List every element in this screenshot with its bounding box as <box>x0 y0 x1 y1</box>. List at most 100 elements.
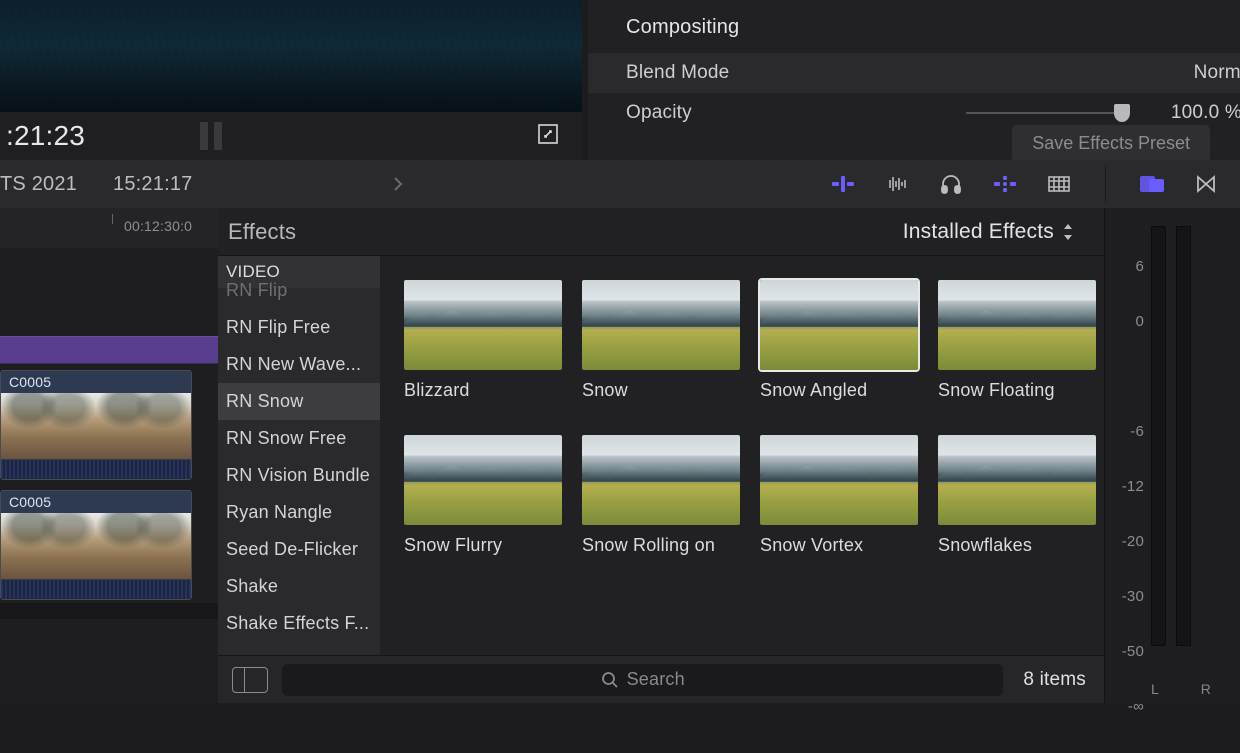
inspector-section-title: Compositing <box>588 0 1240 53</box>
category-item[interactable]: Seed De-Flicker <box>218 531 380 568</box>
effect-thumbnail <box>760 280 918 370</box>
effect-name: Snow Flurry <box>404 535 562 556</box>
effect-thumbnail <box>582 280 740 370</box>
effects-header: Effects Installed Effects <box>218 208 1104 256</box>
audio-meters: 60-6-12-20-30-50-∞ L R <box>1104 208 1240 703</box>
effect-name: Snow Rolling on <box>582 535 740 556</box>
snapping-icon[interactable] <box>991 170 1019 198</box>
effects-browser: Effects Installed Effects VIDEORN FlipRN… <box>218 208 1104 703</box>
meter-tick: -50 <box>1122 643 1144 698</box>
clip-audio-waveform <box>1 579 191 599</box>
effects-categories[interactable]: VIDEORN FlipRN Flip FreeRN New Wave...RN… <box>218 256 380 656</box>
project-name[interactable]: TS 2021 <box>0 173 77 196</box>
category-item[interactable]: RN New Wave... <box>218 346 380 383</box>
effect-thumbnail <box>404 435 562 525</box>
effects-title: Effects <box>218 219 380 245</box>
blend-mode-row[interactable]: Blend Mode Normal <box>588 53 1240 93</box>
sidebar-toggle-icon[interactable] <box>232 667 268 693</box>
timeline-clip[interactable]: C0005 <box>0 370 192 480</box>
viewer-preview <box>0 0 582 112</box>
blend-mode-value: Normal <box>1126 62 1240 84</box>
search-placeholder: Search <box>627 669 685 690</box>
effect-thumbnail <box>582 435 740 525</box>
timecode-marks <box>200 122 222 150</box>
title-track[interactable] <box>0 336 218 364</box>
browser-toggle-icon[interactable] <box>1138 170 1166 198</box>
effects-grid: Blizzard Snow Snow Angled Snow Floating Snow… <box>380 256 1104 656</box>
ruler-timecode: 00:12:30:0 <box>124 218 192 234</box>
effect-name: Snow Angled <box>760 380 918 401</box>
meter-channel-labels: L R <box>1151 681 1211 697</box>
effect-item[interactable]: Snow Floating <box>938 280 1096 401</box>
effect-name: Snow Vortex <box>760 535 918 556</box>
effect-item[interactable]: Snow Rolling on <box>582 435 740 556</box>
clip-name: C0005 <box>1 491 191 513</box>
effect-thumbnail <box>938 435 1096 525</box>
category-item[interactable]: RN Flip Free <box>218 309 380 346</box>
expand-icon[interactable] <box>536 122 560 146</box>
meter-left-label: L <box>1151 681 1159 697</box>
stepper-icon <box>1062 224 1074 240</box>
save-effects-preset-button[interactable]: Save Effects Preset <box>1012 125 1210 162</box>
project-timestamp: 15:21:17 <box>113 173 192 196</box>
effect-item[interactable]: Snowflakes <box>938 435 1096 556</box>
effect-name: Blizzard <box>404 380 562 401</box>
meter-tick: -20 <box>1122 533 1144 588</box>
effect-thumbnail <box>760 435 918 525</box>
effects-count: 8 items <box>1023 669 1086 691</box>
meter-scale: 60 -6-12-20-30-50-∞ <box>1122 258 1144 753</box>
category-item[interactable]: RN Vision Bundle <box>218 457 380 494</box>
skimming-icon[interactable] <box>829 170 857 198</box>
effects-scope-label: Installed Effects <box>903 220 1054 244</box>
audio-waveform-icon[interactable] <box>883 170 911 198</box>
timeline-clip[interactable]: C0005 <box>0 490 192 600</box>
meter-tick: 0 <box>1122 313 1144 368</box>
opacity-slider[interactable] <box>966 112 1126 114</box>
effect-name: Snowflakes <box>938 535 1096 556</box>
timeline-toggle-icon[interactable] <box>1192 170 1220 198</box>
category-item[interactable]: Shake Effects F... <box>218 605 380 642</box>
effects-scope-dropdown[interactable]: Installed Effects <box>903 220 1104 244</box>
search-icon <box>601 671 619 689</box>
meter-right-label: R <box>1201 681 1211 697</box>
opacity-label: Opacity <box>626 102 966 124</box>
effect-name: Snow <box>582 380 740 401</box>
meter-tick: -6 <box>1122 423 1144 478</box>
effect-item[interactable]: Snow Vortex <box>760 435 918 556</box>
meter-right <box>1176 226 1191 646</box>
timeline-panel: 00:12:30:0 C0005 C0005 <box>0 208 218 703</box>
timecode-bar: :21:23 <box>0 112 582 160</box>
opacity-value: 100.0 % <box>1142 102 1240 124</box>
meter-tick: -30 <box>1122 588 1144 643</box>
effect-item[interactable]: Snow Angled <box>760 280 918 401</box>
effects-footer: Search 8 items <box>218 655 1104 703</box>
filmstrip-icon[interactable] <box>1045 170 1073 198</box>
timeline-ruler[interactable]: 00:12:30:0 <box>0 208 218 248</box>
search-input[interactable]: Search <box>282 664 1003 696</box>
clip-name: C0005 <box>1 371 191 393</box>
category-item[interactable]: Shake <box>218 568 380 605</box>
category-item[interactable]: Ryan Nangle <box>218 494 380 531</box>
effect-item[interactable]: Snow <box>582 280 740 401</box>
effect-item[interactable]: Snow Flurry <box>404 435 562 556</box>
effect-thumbnail <box>404 280 562 370</box>
meter-tick <box>1122 368 1144 423</box>
meter-left <box>1151 226 1166 646</box>
category-item[interactable]: RN Snow <box>218 383 380 420</box>
toolbar-tools <box>829 166 1240 202</box>
project-strip: TS 2021 15:21:17 <box>0 160 1240 208</box>
timeline-gap <box>0 603 218 619</box>
blend-mode-label: Blend Mode <box>626 62 966 84</box>
chevron-right-icon[interactable] <box>392 175 404 193</box>
viewer-timecode: :21:23 <box>0 120 200 152</box>
effect-item[interactable]: Blizzard <box>404 280 562 401</box>
effect-name: Snow Floating <box>938 380 1096 401</box>
meter-tick: 6 <box>1122 258 1144 313</box>
clip-audio-waveform <box>1 459 191 479</box>
category-item[interactable]: RN Snow Free <box>218 420 380 457</box>
meter-tick: -∞ <box>1122 698 1144 753</box>
meter-bars <box>1151 226 1191 646</box>
headphones-icon[interactable] <box>937 170 965 198</box>
effect-thumbnail <box>938 280 1096 370</box>
meter-tick: -12 <box>1122 478 1144 533</box>
